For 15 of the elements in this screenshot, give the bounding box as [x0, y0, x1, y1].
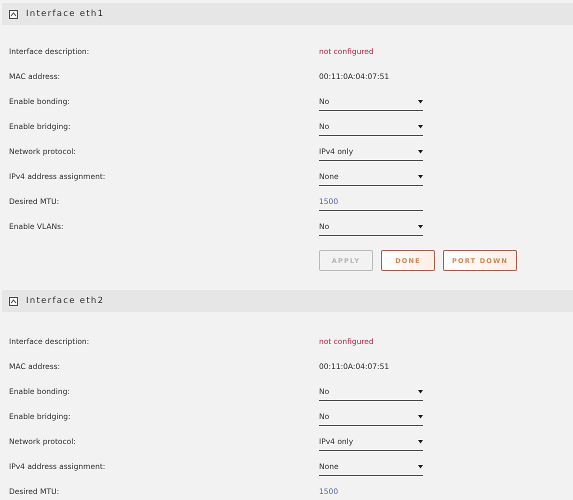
caret-icon	[418, 98, 423, 104]
caret-icon	[418, 438, 423, 444]
caret-icon	[418, 388, 423, 394]
section-header[interactable]: Interface eth1	[2, 3, 573, 25]
caret-icon	[418, 148, 423, 154]
section-title: Interface eth1	[26, 9, 104, 19]
section-header[interactable]: Interface eth2	[2, 290, 573, 312]
caret-icon	[418, 124, 423, 128]
collapse-icon[interactable]	[9, 296, 18, 306]
collapse-icon[interactable]	[9, 10, 18, 18]
caret-icon	[418, 414, 423, 418]
caret-icon	[418, 464, 423, 468]
caret-icon	[418, 174, 423, 178]
section-title: Interface eth2	[26, 296, 104, 306]
caret-icon	[418, 224, 423, 228]
